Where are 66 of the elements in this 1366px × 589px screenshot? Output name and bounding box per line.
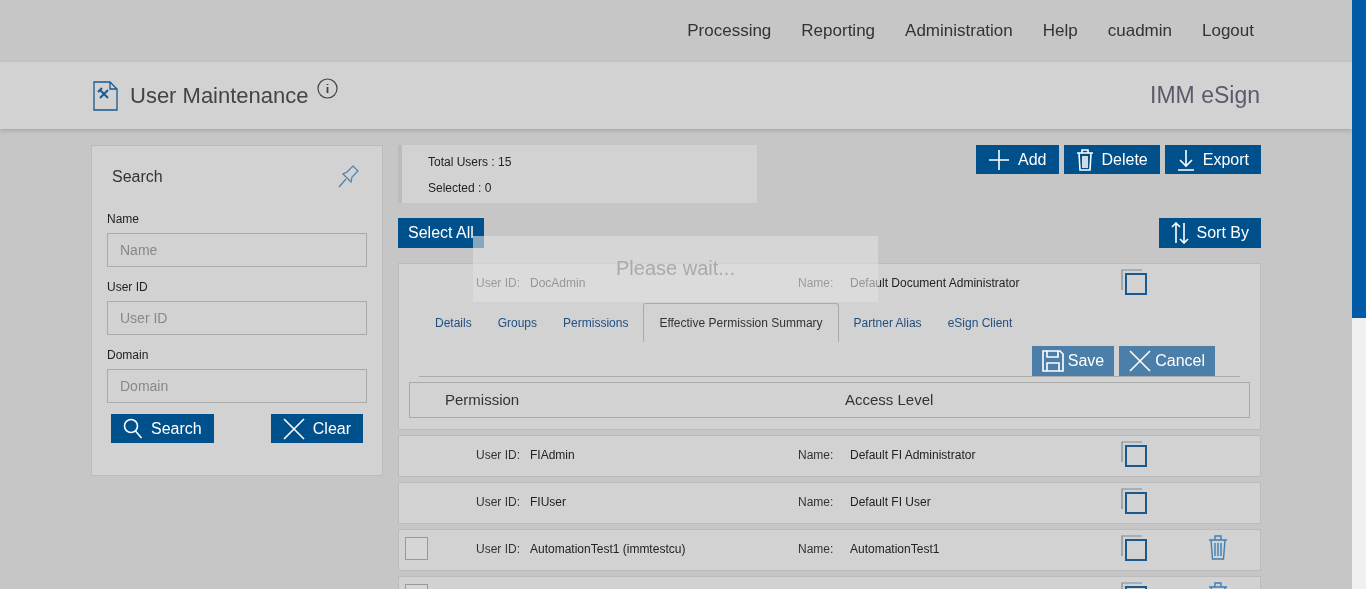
document-tools-icon <box>93 80 118 111</box>
user-id-label: User ID: <box>476 541 521 558</box>
nav-link[interactable]: cuadmin <box>1107 18 1172 44</box>
scrollbar-thumb[interactable] <box>1352 0 1366 318</box>
sort-icon <box>1170 222 1189 244</box>
nav-link[interactable]: Reporting <box>801 18 876 44</box>
copy-icon[interactable] <box>1121 488 1148 514</box>
nav-link[interactable]: Help <box>1042 18 1078 44</box>
row-checkbox[interactable] <box>405 537 428 560</box>
close-icon <box>282 417 305 440</box>
selected-count-text: Selected : 0 <box>428 180 493 197</box>
info-icon[interactable] <box>316 78 338 99</box>
name-label: Name: <box>798 447 835 464</box>
user-id-value: DocAdmin <box>530 275 587 292</box>
column-header: Permission <box>444 389 521 410</box>
scrollbar[interactable] <box>1352 0 1366 589</box>
name-value: Default FI User <box>850 494 932 511</box>
brand-name: IMM eSign <box>1150 81 1260 111</box>
sort-by-button[interactable]: Sort By <box>1158 218 1261 248</box>
close-icon <box>1129 350 1152 372</box>
nav-link[interactable]: Logout <box>1202 18 1254 44</box>
input-field[interactable]: Domain <box>107 369 367 403</box>
select-all-button[interactable]: Select All <box>398 218 484 248</box>
add-button[interactable]: Add <box>976 145 1059 174</box>
name-label: Name: <box>798 541 835 558</box>
copy-icon[interactable] <box>1121 269 1148 295</box>
search-icon <box>123 417 143 440</box>
tab[interactable]: Permissions <box>552 303 640 342</box>
tab[interactable]: Groups <box>486 303 549 342</box>
clear-button[interactable]: Clear <box>270 414 363 443</box>
copy-icon[interactable] <box>1121 441 1148 467</box>
export-button[interactable]: Export <box>1164 145 1261 174</box>
user-id-value: FIUser <box>530 494 567 511</box>
delete-button[interactable]: Delete <box>1063 145 1160 174</box>
nav-link[interactable]: Administration <box>905 18 1013 44</box>
user-id-label: User ID: <box>476 447 521 464</box>
tab[interactable]: Details <box>424 303 483 342</box>
name-label: Name: <box>798 275 835 292</box>
total-users-text: Total Users : 15 <box>428 154 513 171</box>
column-header: Access Level <box>845 389 934 410</box>
user-id-label: User ID: <box>476 275 521 292</box>
name-value: Default Document Administrator <box>850 275 1021 292</box>
page-title: User Maintenance <box>130 82 309 110</box>
user-id-value: FIAdmin <box>530 447 576 464</box>
input-field[interactable]: Name <box>107 233 367 267</box>
trash-icon[interactable] <box>1208 535 1228 560</box>
name-label: Name: <box>798 494 835 511</box>
panel-title: Search <box>112 167 163 187</box>
field-label: Name <box>107 211 140 228</box>
download-icon <box>1176 148 1195 171</box>
nav-link[interactable]: Processing <box>687 18 772 44</box>
tab[interactable]: Partner Alias <box>842 303 933 342</box>
name-value: Default FI Administrator <box>850 447 977 464</box>
user-id-value: AutomationTest1 (immtestcu) <box>530 541 687 558</box>
tab[interactable]: Effective Permission Summary <box>643 303 839 342</box>
trash-icon <box>1075 148 1094 171</box>
tab[interactable]: eSign Client <box>936 303 1024 342</box>
search-button[interactable]: Search <box>111 414 214 443</box>
plus-icon <box>988 148 1011 171</box>
save-icon <box>1041 350 1064 372</box>
user-id-label: User ID: <box>476 494 521 511</box>
field-label: User ID <box>107 279 149 296</box>
input-field[interactable]: User ID <box>107 301 367 335</box>
field-label: Domain <box>107 347 150 364</box>
name-value: AutomationTest1 <box>850 541 941 558</box>
copy-icon[interactable] <box>1121 535 1148 561</box>
